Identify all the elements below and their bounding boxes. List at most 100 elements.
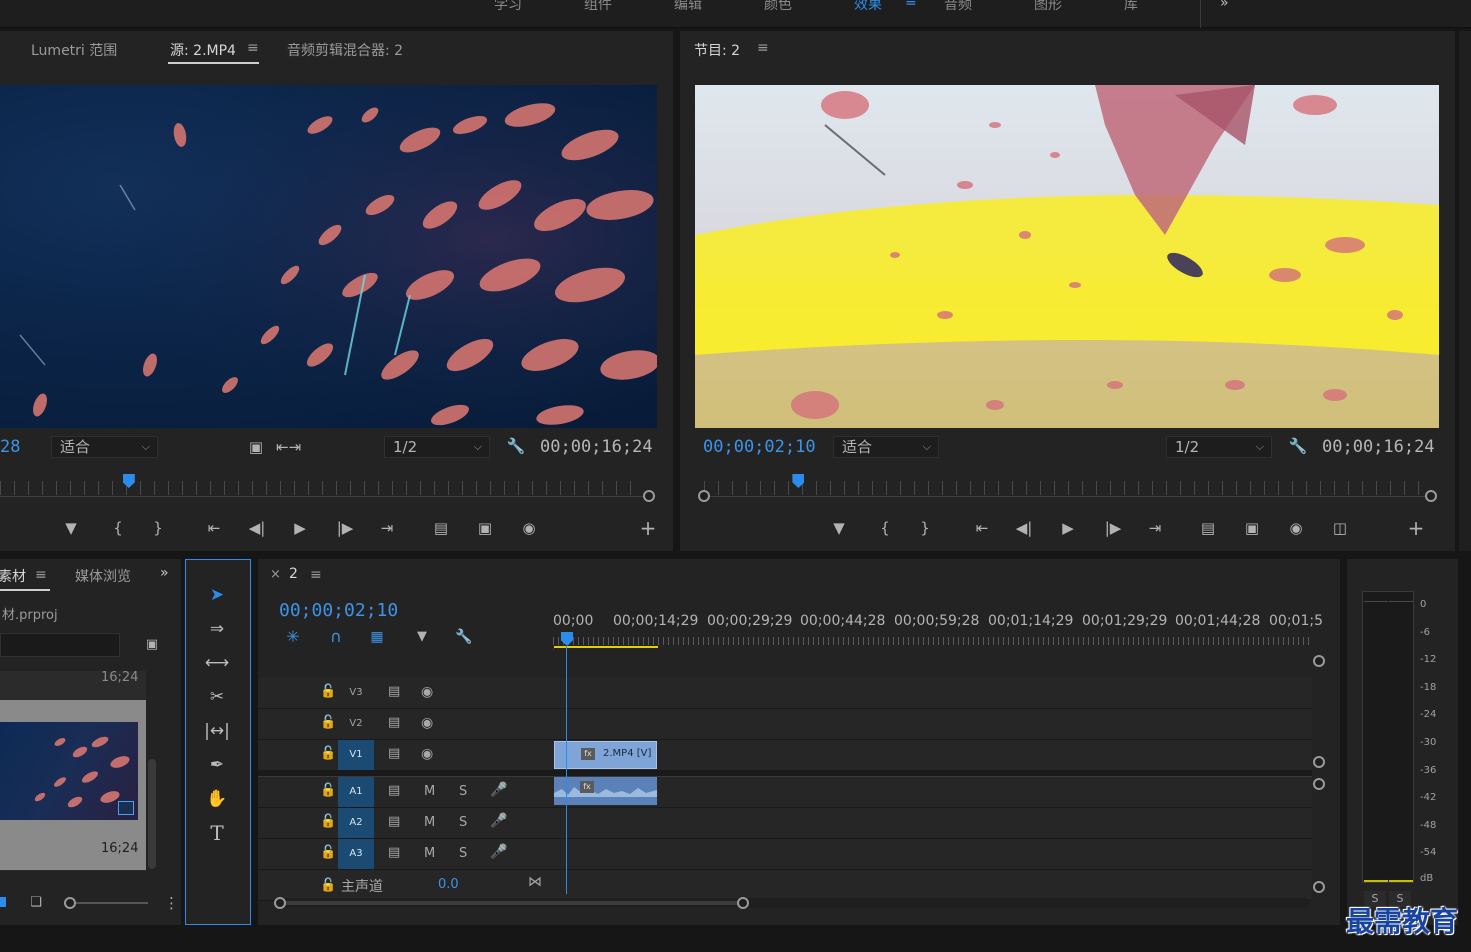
- track-label-a1[interactable]: A1: [338, 777, 374, 807]
- audio-vscroll-top[interactable]: [1313, 778, 1325, 790]
- play-icon[interactable]: ▶: [1056, 517, 1080, 539]
- workspace-menu-icon[interactable]: ≡: [905, 0, 917, 10]
- program-video-frame[interactable]: [695, 85, 1439, 428]
- mute-button[interactable]: M: [424, 784, 435, 799]
- workspace-tab-assembly[interactable]: 组件: [584, 0, 612, 14]
- track-label-v3[interactable]: V3: [338, 678, 374, 708]
- eye-icon[interactable]: ◉: [421, 684, 433, 700]
- program-resolution-dropdown[interactable]: 1/2 ⌵: [1166, 436, 1272, 458]
- track-a2[interactable]: 🔓 A2 ▤ M S 🎤: [258, 808, 1312, 839]
- tab-media-browser[interactable]: 媒体浏览: [75, 566, 131, 586]
- mark-out-icon[interactable]: }: [146, 517, 170, 539]
- go-to-in-icon[interactable]: ⇤: [970, 517, 994, 539]
- mark-in-icon[interactable]: {: [106, 517, 130, 539]
- project-scrollbar[interactable]: [148, 759, 156, 869]
- program-zoom-handle-left[interactable]: [698, 490, 710, 502]
- step-back-icon[interactable]: ◀|: [1012, 517, 1036, 539]
- video-clip[interactable]: fx 2.MP4 [V]: [554, 741, 657, 769]
- track-label-a3[interactable]: A3: [338, 839, 374, 869]
- microphone-icon[interactable]: 🎤: [490, 813, 507, 829]
- program-menu-icon[interactable]: ≡: [757, 40, 769, 56]
- ripple-edit-tool-icon[interactable]: ⟷: [200, 648, 234, 678]
- add-marker-icon[interactable]: ▼: [410, 626, 434, 648]
- source-fit-dropdown[interactable]: 适合 ⌵: [51, 436, 158, 458]
- program-fit-dropdown[interactable]: 适合 ⌵: [833, 436, 939, 458]
- go-to-end-icon[interactable]: ⋈: [528, 874, 542, 890]
- lock-icon[interactable]: 🔓: [320, 715, 336, 730]
- track-v2[interactable]: 🔓 V2 ▤ ◉: [258, 709, 1312, 740]
- insert-icon[interactable]: ▤: [429, 517, 453, 539]
- sync-lock-icon[interactable]: ▤: [388, 814, 400, 829]
- program-zoom-handle-right[interactable]: [1425, 490, 1437, 502]
- source-zoom-handle[interactable]: [643, 490, 655, 502]
- go-to-out-icon[interactable]: ⇥: [1143, 517, 1167, 539]
- track-label-a2[interactable]: A2: [338, 808, 374, 838]
- snap-magnet-icon[interactable]: ∩: [324, 626, 348, 648]
- mark-out-icon[interactable]: }: [913, 517, 937, 539]
- solo-button[interactable]: S: [459, 815, 467, 830]
- tab-source[interactable]: 源: 2.MP4: [170, 40, 236, 60]
- project-search-input[interactable]: [0, 633, 120, 657]
- overwrite-icon[interactable]: ▣: [473, 517, 497, 539]
- new-bin-search-icon[interactable]: ▣: [140, 634, 164, 656]
- workspace-tab-audio[interactable]: 音频: [944, 0, 972, 14]
- solo-button[interactable]: S: [459, 784, 467, 799]
- more-options-icon[interactable]: ⋮: [164, 892, 179, 914]
- add-marker-icon[interactable]: ▼: [59, 517, 83, 539]
- timeline-scroll-handle-left[interactable]: [274, 897, 286, 909]
- tab-audio-clip-mixer[interactable]: 音频剪辑混合器: 2: [287, 40, 403, 60]
- solo-button[interactable]: S: [459, 846, 467, 861]
- close-sequence-icon[interactable]: ×: [270, 567, 281, 582]
- audio-clip[interactable]: fx: [554, 777, 657, 805]
- sync-lock-icon[interactable]: ▤: [388, 746, 400, 761]
- workspace-tab-graphics[interactable]: 图形: [1034, 0, 1062, 14]
- eye-icon[interactable]: ◉: [421, 715, 433, 731]
- slip-tool-icon[interactable]: |↔|: [200, 716, 234, 746]
- linked-selection-icon[interactable]: ▦: [365, 626, 389, 648]
- track-v3[interactable]: 🔓 V3 ▤ ◉: [258, 678, 1312, 709]
- track-label-v2[interactable]: V2: [338, 709, 374, 739]
- lock-icon[interactable]: 🔓: [320, 878, 336, 893]
- work-area-bar[interactable]: [554, 646, 658, 648]
- track-select-tool-icon[interactable]: ⇒: [200, 614, 234, 644]
- workspace-tab-libraries[interactable]: 库: [1124, 0, 1138, 14]
- step-forward-icon[interactable]: |▶: [333, 517, 357, 539]
- timeline-scroll-handle-right[interactable]: [737, 897, 749, 909]
- comparison-view-icon[interactable]: ◫: [1328, 517, 1352, 539]
- source-time-ruler[interactable]: [0, 496, 644, 497]
- program-time-ruler[interactable]: [704, 496, 1430, 497]
- source-timecode[interactable]: 28: [0, 437, 20, 457]
- lock-icon[interactable]: 🔓: [320, 814, 336, 829]
- workspace-overflow-icon[interactable]: »: [1220, 0, 1229, 11]
- sync-lock-icon[interactable]: ▤: [388, 684, 400, 699]
- timeline-timecode[interactable]: 00;00;02;10: [279, 600, 398, 621]
- workspace-tab-color[interactable]: 颜色: [764, 0, 792, 14]
- track-a3[interactable]: 🔓 A3 ▤ M S 🎤: [258, 839, 1312, 870]
- eye-icon[interactable]: ◉: [421, 746, 433, 762]
- program-timecode[interactable]: 00;00;02;10: [703, 437, 816, 457]
- sync-lock-icon[interactable]: ▤: [388, 845, 400, 860]
- film-strip-icon[interactable]: ▣: [244, 436, 268, 458]
- lock-icon[interactable]: 🔓: [320, 783, 336, 798]
- razor-tool-icon[interactable]: ✂: [200, 682, 234, 712]
- mute-button[interactable]: M: [424, 815, 435, 830]
- drag-audio-video-icon[interactable]: ⇤⇥: [276, 436, 301, 458]
- freeform-view-icon[interactable]: ❏: [24, 892, 48, 914]
- track-v1[interactable]: 🔓 V1 ▤ ◉ fx 2.MP4 [V]: [258, 740, 1312, 771]
- track-master[interactable]: 🔓 主声道 0.0 ⋈: [258, 870, 1312, 901]
- add-button-icon[interactable]: +: [636, 517, 660, 539]
- sync-lock-icon[interactable]: ▤: [388, 715, 400, 730]
- microphone-icon[interactable]: 🎤: [490, 844, 507, 860]
- audio-vscroll-bottom[interactable]: [1313, 881, 1325, 893]
- list-view-icon[interactable]: [0, 897, 6, 907]
- wrench-icon[interactable]: 🔧: [1286, 435, 1310, 457]
- pen-tool-icon[interactable]: ✒: [200, 750, 234, 780]
- lift-icon[interactable]: ▤: [1196, 517, 1220, 539]
- timeline-h-scroll-thumb[interactable]: [280, 901, 743, 905]
- zoom-slider-track[interactable]: [76, 902, 148, 904]
- sync-lock-icon[interactable]: ▤: [388, 783, 400, 798]
- video-vscroll-top[interactable]: [1313, 655, 1325, 667]
- video-vscroll-bottom[interactable]: [1313, 756, 1325, 768]
- project-menu-icon[interactable]: ≡: [35, 567, 47, 583]
- workspace-tab-learn[interactable]: 学习: [494, 0, 522, 14]
